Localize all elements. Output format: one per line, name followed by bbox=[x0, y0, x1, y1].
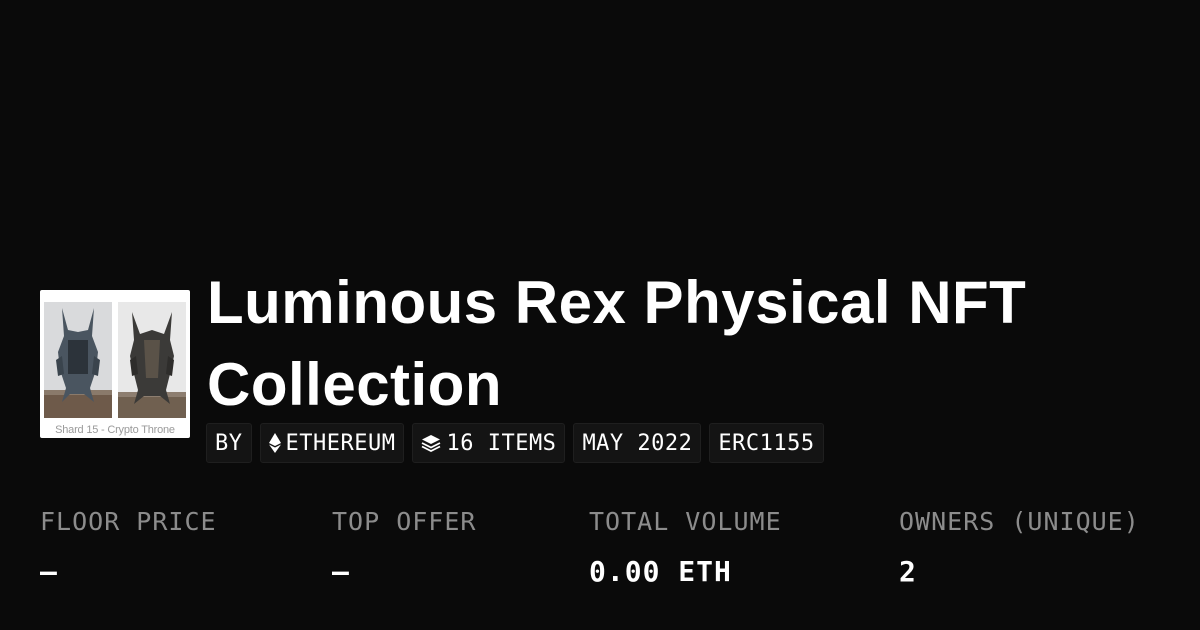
owners-label: OWNERS (UNIQUE) bbox=[899, 507, 1140, 536]
tag-standard: ERC1155 bbox=[709, 423, 824, 463]
tag-chain-label: ETHEREUM bbox=[285, 430, 396, 456]
floor-price-value: – bbox=[40, 555, 58, 588]
collection-title: Luminous Rex Physical NFT Collection bbox=[207, 269, 1027, 418]
top-offer-label: TOP OFFER bbox=[332, 507, 477, 536]
stat-total-volume: TOTAL VOLUME 0.00 ETH bbox=[589, 505, 782, 589]
thumbnail-caption: Shard 15 - Crypto Throne bbox=[55, 424, 175, 436]
tag-chain[interactable]: ETHEREUM bbox=[259, 423, 405, 463]
tag-items-label: 16 ITEMS bbox=[446, 430, 557, 456]
ethereum-icon bbox=[268, 433, 281, 453]
collection-thumbnail[interactable]: Shard 15 - Crypto Throne bbox=[40, 290, 190, 438]
tag-standard-label: ERC1155 bbox=[718, 430, 815, 456]
stat-owners: OWNERS (UNIQUE) 2 bbox=[899, 505, 1140, 589]
collection-tags: BY ETHEREUM 16 ITEMS MAY 2022 ERC1155 bbox=[206, 423, 824, 463]
top-offer-value: – bbox=[332, 555, 350, 588]
stat-floor-price: FLOOR PRICE – bbox=[40, 505, 217, 589]
total-volume-label: TOTAL VOLUME bbox=[589, 507, 782, 536]
layers-icon bbox=[421, 434, 441, 452]
owners-value: 2 bbox=[899, 555, 917, 588]
floor-price-label: FLOOR PRICE bbox=[40, 507, 217, 536]
tag-by[interactable]: BY bbox=[206, 423, 252, 463]
throne-photos-image bbox=[44, 302, 186, 418]
stat-top-offer: TOP OFFER – bbox=[332, 505, 476, 589]
total-volume-value: 0.00 ETH bbox=[589, 555, 732, 588]
tag-date-label: MAY 2022 bbox=[582, 430, 693, 456]
tag-by-label: BY bbox=[215, 430, 243, 456]
tag-items[interactable]: 16 ITEMS bbox=[412, 423, 566, 463]
tag-date: MAY 2022 bbox=[573, 423, 702, 463]
